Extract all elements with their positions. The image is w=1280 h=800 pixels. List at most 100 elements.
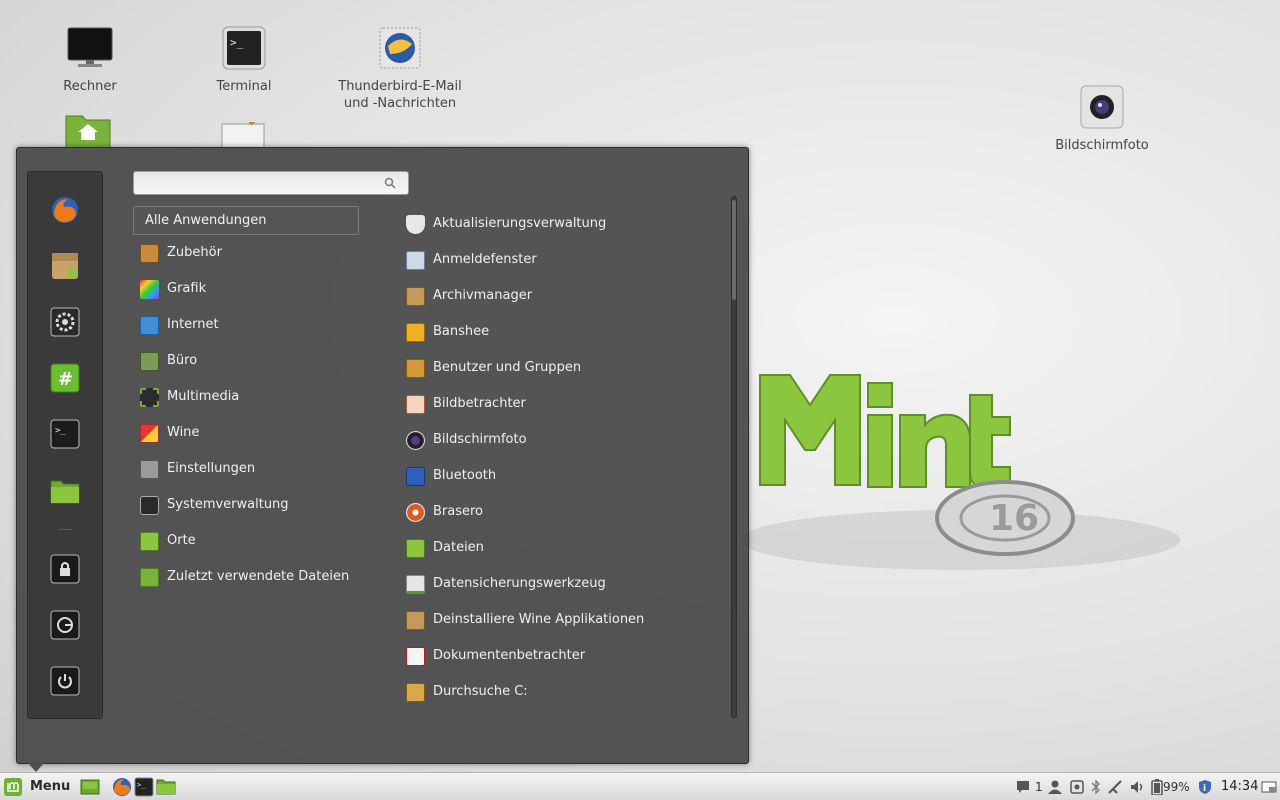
show-desktop-icon — [80, 779, 100, 795]
sliders-icon — [140, 460, 159, 479]
app-dokumentenbetrachter[interactable]: Dokumentenbetrachter — [406, 645, 726, 667]
favorite-system-settings[interactable] — [50, 307, 80, 337]
category-recent-files[interactable]: Zuletzt verwendete Dateien — [140, 566, 365, 588]
search-icon — [384, 177, 396, 189]
app-deinstalliere-wine-applikationen[interactable]: Deinstalliere Wine Applikationen — [406, 609, 726, 631]
category-label: Multimedia — [167, 389, 240, 404]
app-aktualisierungsverwaltung[interactable]: Aktualisierungsverwaltung — [406, 213, 726, 235]
app-dateien[interactable]: Dateien — [406, 537, 726, 559]
session-lock-button[interactable] — [50, 554, 80, 584]
desktop-icon-rechner[interactable]: Rechner — [20, 24, 160, 95]
application-menu — [16, 147, 749, 764]
favorite-firefox[interactable] — [50, 195, 80, 225]
home-folder-icon[interactable] — [64, 110, 112, 148]
terminal-launcher[interactable]: >_ — [134, 777, 154, 797]
app-brasero[interactable]: Brasero — [406, 501, 726, 523]
svg-text:>_: >_ — [137, 781, 146, 789]
session-power-button[interactable] — [50, 666, 80, 696]
category-label: Einstellungen — [167, 461, 256, 476]
app-datensicherungswerkzeug[interactable]: Datensicherungswerkzeug — [406, 573, 726, 595]
files-launcher[interactable] — [156, 777, 176, 797]
category-einstellungen[interactable]: Einstellungen — [140, 458, 365, 480]
text-editor-icon[interactable] — [220, 122, 266, 148]
bottom-panel — [0, 772, 1280, 800]
version-16-wallpaper: 16 — [935, 480, 1075, 556]
menu-pointer — [28, 763, 44, 772]
camera-icon — [1080, 85, 1124, 129]
menu-button[interactable]: Menu — [0, 774, 74, 800]
clock[interactable]: 14:34 — [1221, 779, 1258, 795]
category-wine[interactable]: Wine — [140, 422, 365, 444]
users-icon — [406, 359, 425, 378]
software-manager-icon — [52, 253, 78, 279]
show-desktop-launcher[interactable] — [80, 777, 100, 797]
session-logout-button[interactable] — [50, 610, 80, 640]
lock-icon — [50, 554, 80, 584]
bluetooth-icon — [406, 467, 425, 486]
app-banshee[interactable]: Banshee — [406, 321, 726, 343]
calculator-icon — [140, 244, 159, 263]
app-label: Benutzer und Gruppen — [433, 360, 582, 375]
category-label: Systemverwaltung — [167, 497, 289, 512]
app-bluetooth[interactable]: Bluetooth — [406, 465, 726, 487]
desktop-icon-label: Bildschirmfoto — [1055, 138, 1149, 153]
app-label: Brasero — [433, 504, 484, 519]
favorite-terminal[interactable]: >_ — [50, 419, 80, 449]
keyboard-layout-icon[interactable] — [1069, 779, 1085, 795]
favorites-separator — [59, 529, 71, 530]
notifications-icon[interactable] — [1015, 779, 1031, 795]
app-benutzer-und-gruppen[interactable]: Benutzer und Gruppen — [406, 357, 726, 379]
category-label: Alle Anwendungen — [145, 213, 267, 228]
search-input[interactable] — [133, 171, 409, 195]
favorite-folder[interactable] — [50, 477, 80, 507]
category-multimedia[interactable]: Multimedia — [140, 386, 365, 408]
category-label: Zubehör — [167, 245, 222, 260]
category-buero[interactable]: Büro — [140, 350, 365, 372]
battery-icon[interactable] — [1151, 779, 1163, 795]
eye-icon — [406, 395, 425, 414]
app-archivmanager[interactable]: Archivmanager — [406, 285, 726, 307]
category-grafik[interactable]: Grafik — [140, 278, 365, 300]
firefox-launcher[interactable] — [112, 777, 132, 797]
chart-icon — [140, 352, 159, 371]
favorite-hashtag-terminal[interactable]: # — [50, 363, 80, 393]
user-icon[interactable] — [1047, 779, 1063, 795]
desktop-icon-terminal[interactable]: >_ Terminal — [174, 24, 314, 95]
workspace-switcher-icon[interactable] — [1261, 779, 1277, 795]
volume-icon[interactable] — [1129, 779, 1145, 795]
archive-icon — [406, 287, 425, 306]
thunderbird-icon — [379, 27, 421, 69]
app-bildbetrachter[interactable]: Bildbetrachter — [406, 393, 726, 415]
category-label: Internet — [167, 317, 219, 332]
app-label: Bildbetrachter — [433, 396, 526, 411]
category-all-applications[interactable]: Alle Anwendungen — [133, 206, 359, 235]
category-orte[interactable]: Orte — [140, 530, 365, 552]
category-internet[interactable]: Internet — [140, 314, 365, 336]
app-anmeldefenster[interactable]: Anmeldefenster — [406, 249, 726, 271]
svg-text:i: i — [1203, 784, 1206, 794]
desktop-icon-thunderbird[interactable]: Thunderbird-E-Mail und -Nachrichten — [330, 24, 470, 112]
category-systemverwaltung[interactable]: Systemverwaltung — [140, 494, 365, 516]
bluetooth-icon[interactable] — [1089, 779, 1103, 795]
mint-logo-wallpaper — [759, 374, 1011, 488]
desktop-icon-bildschirmfoto[interactable]: Bildschirmfoto — [1032, 83, 1172, 154]
update-shield-icon[interactable]: i — [1197, 779, 1213, 795]
category-zubehoer[interactable]: Zubehör — [140, 242, 365, 264]
palette-icon — [140, 280, 159, 299]
system-settings-icon — [50, 307, 80, 337]
battery-percentage: 99% — [1163, 780, 1190, 794]
menu-button-label: Menu — [30, 779, 71, 794]
uninstall-icon — [406, 611, 425, 630]
app-label: Banshee — [433, 324, 490, 339]
logout-icon — [50, 610, 80, 640]
camera-icon — [406, 431, 425, 450]
terminal-icon: >_ — [50, 419, 80, 449]
network-icon[interactable] — [1107, 779, 1123, 795]
notification-count: 1 — [1035, 780, 1043, 794]
applications-scrollbar-thumb[interactable] — [732, 200, 736, 300]
app-bildschirmfoto[interactable]: Bildschirmfoto — [406, 429, 726, 451]
app-durchsuche-c[interactable]: Durchsuche C: — [406, 681, 726, 703]
terminal-icon: >_ — [222, 26, 266, 70]
monitor-icon — [67, 27, 113, 67]
favorite-software-manager[interactable] — [50, 251, 80, 281]
